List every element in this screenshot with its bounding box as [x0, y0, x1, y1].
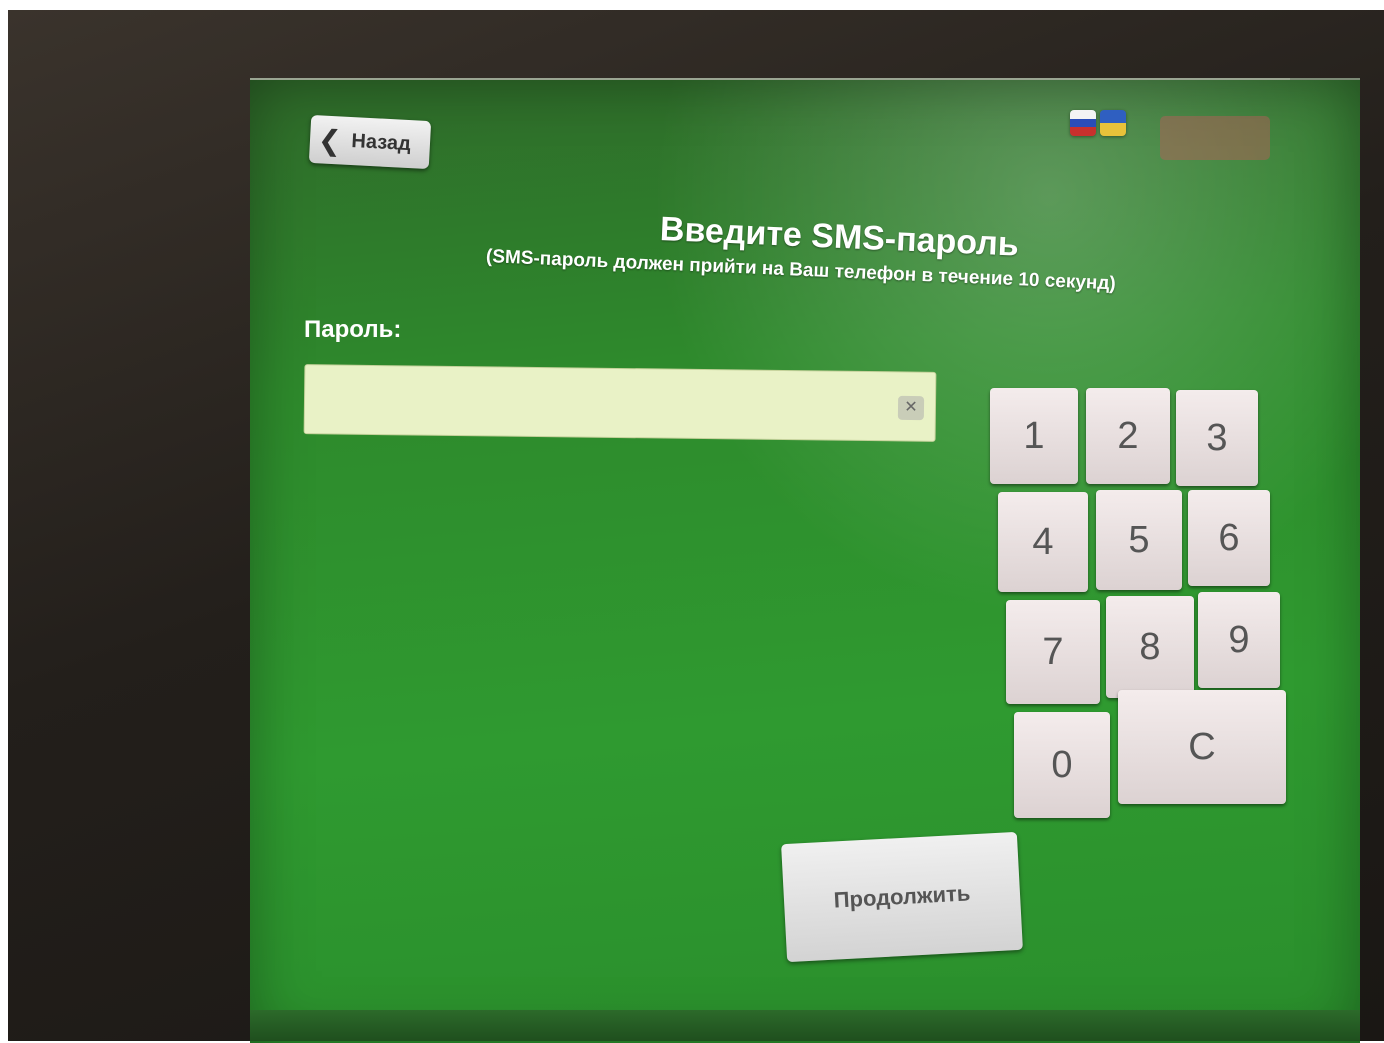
chevron-left-icon: ❮	[317, 123, 343, 156]
keypad-key-4[interactable]: 4	[998, 492, 1088, 592]
password-input[interactable]	[303, 364, 937, 442]
language-ukrainian-flag-icon[interactable]	[1100, 110, 1126, 136]
back-button[interactable]: ❮ Назад	[308, 114, 432, 170]
keypad-key-0[interactable]: 0	[1014, 712, 1110, 818]
header-divider	[250, 78, 1290, 80]
password-label: Пароль:	[304, 316, 402, 343]
continue-button[interactable]: Продолжить	[781, 831, 1023, 963]
keypad-key-5[interactable]: 5	[1096, 490, 1182, 590]
keypad-key-7[interactable]: 7	[1006, 600, 1100, 704]
keypad-key-1[interactable]: 1	[990, 388, 1078, 484]
language-russian-flag-icon[interactable]	[1070, 110, 1096, 136]
footer-bar	[250, 1010, 1360, 1041]
keypad-key-3[interactable]: 3	[1176, 390, 1258, 486]
keypad-key-8[interactable]: 8	[1106, 596, 1194, 698]
keypad-clear-button[interactable]: C	[1118, 690, 1286, 804]
keypad-key-6[interactable]: 6	[1188, 490, 1270, 586]
exit-button[interactable]	[1160, 116, 1270, 160]
keypad-key-9[interactable]: 9	[1198, 592, 1280, 688]
keypad-key-2[interactable]: 2	[1086, 388, 1170, 484]
clear-input-icon[interactable]: ✕	[897, 395, 925, 421]
back-button-label: Назад	[350, 129, 412, 155]
